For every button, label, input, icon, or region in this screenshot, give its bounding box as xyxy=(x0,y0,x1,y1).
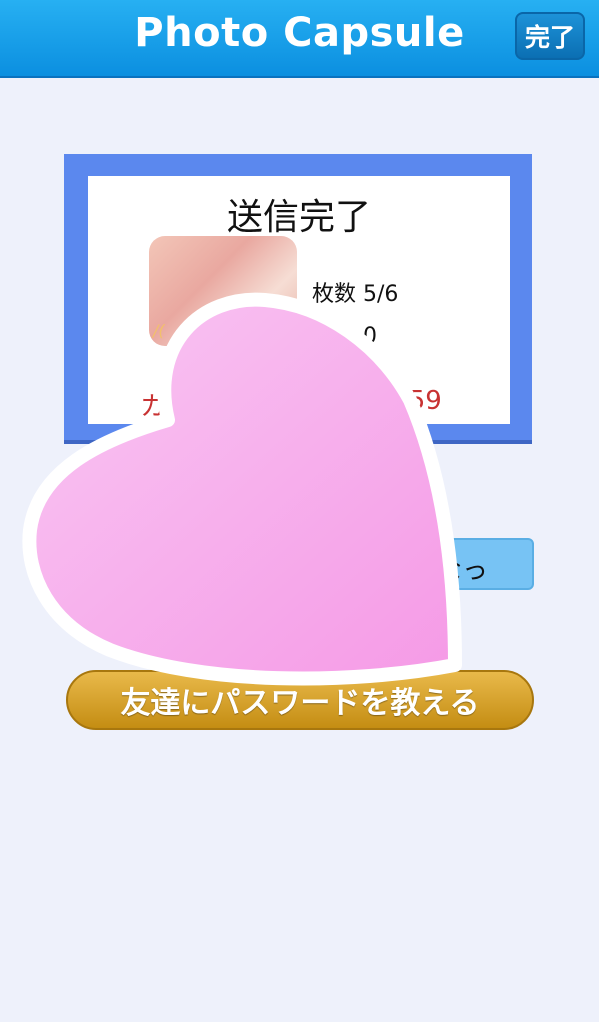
share-password-button[interactable]: 友達にパスワードを教える xyxy=(66,670,534,730)
done-button[interactable]: 完了 xyxy=(515,12,585,60)
photo-thumbnail[interactable]: /( xyxy=(149,236,297,346)
photo-count-text: 枚数 5/6 xyxy=(312,282,399,307)
app-title: Photo Capsule xyxy=(134,10,465,56)
card-title: 送信完了 xyxy=(226,197,371,238)
countdown-prefix: カ xyxy=(140,392,167,422)
blue-action-label: なっ xyxy=(435,556,488,586)
send-complete-card: 送信完了 /( 枚数 5/6 者数 0 カ :59 xyxy=(64,154,532,444)
blue-action-button[interactable]: なっ xyxy=(232,538,534,590)
card-content: 送信完了 /( 枚数 5/6 者数 0 カ :59 xyxy=(88,176,510,424)
countdown-time: :59 xyxy=(400,386,442,416)
navigation-bar: Photo Capsule 完了 xyxy=(0,0,599,78)
thumbnail-mark: /( xyxy=(153,321,165,340)
viewer-count-text: 者数 0 xyxy=(312,324,377,349)
